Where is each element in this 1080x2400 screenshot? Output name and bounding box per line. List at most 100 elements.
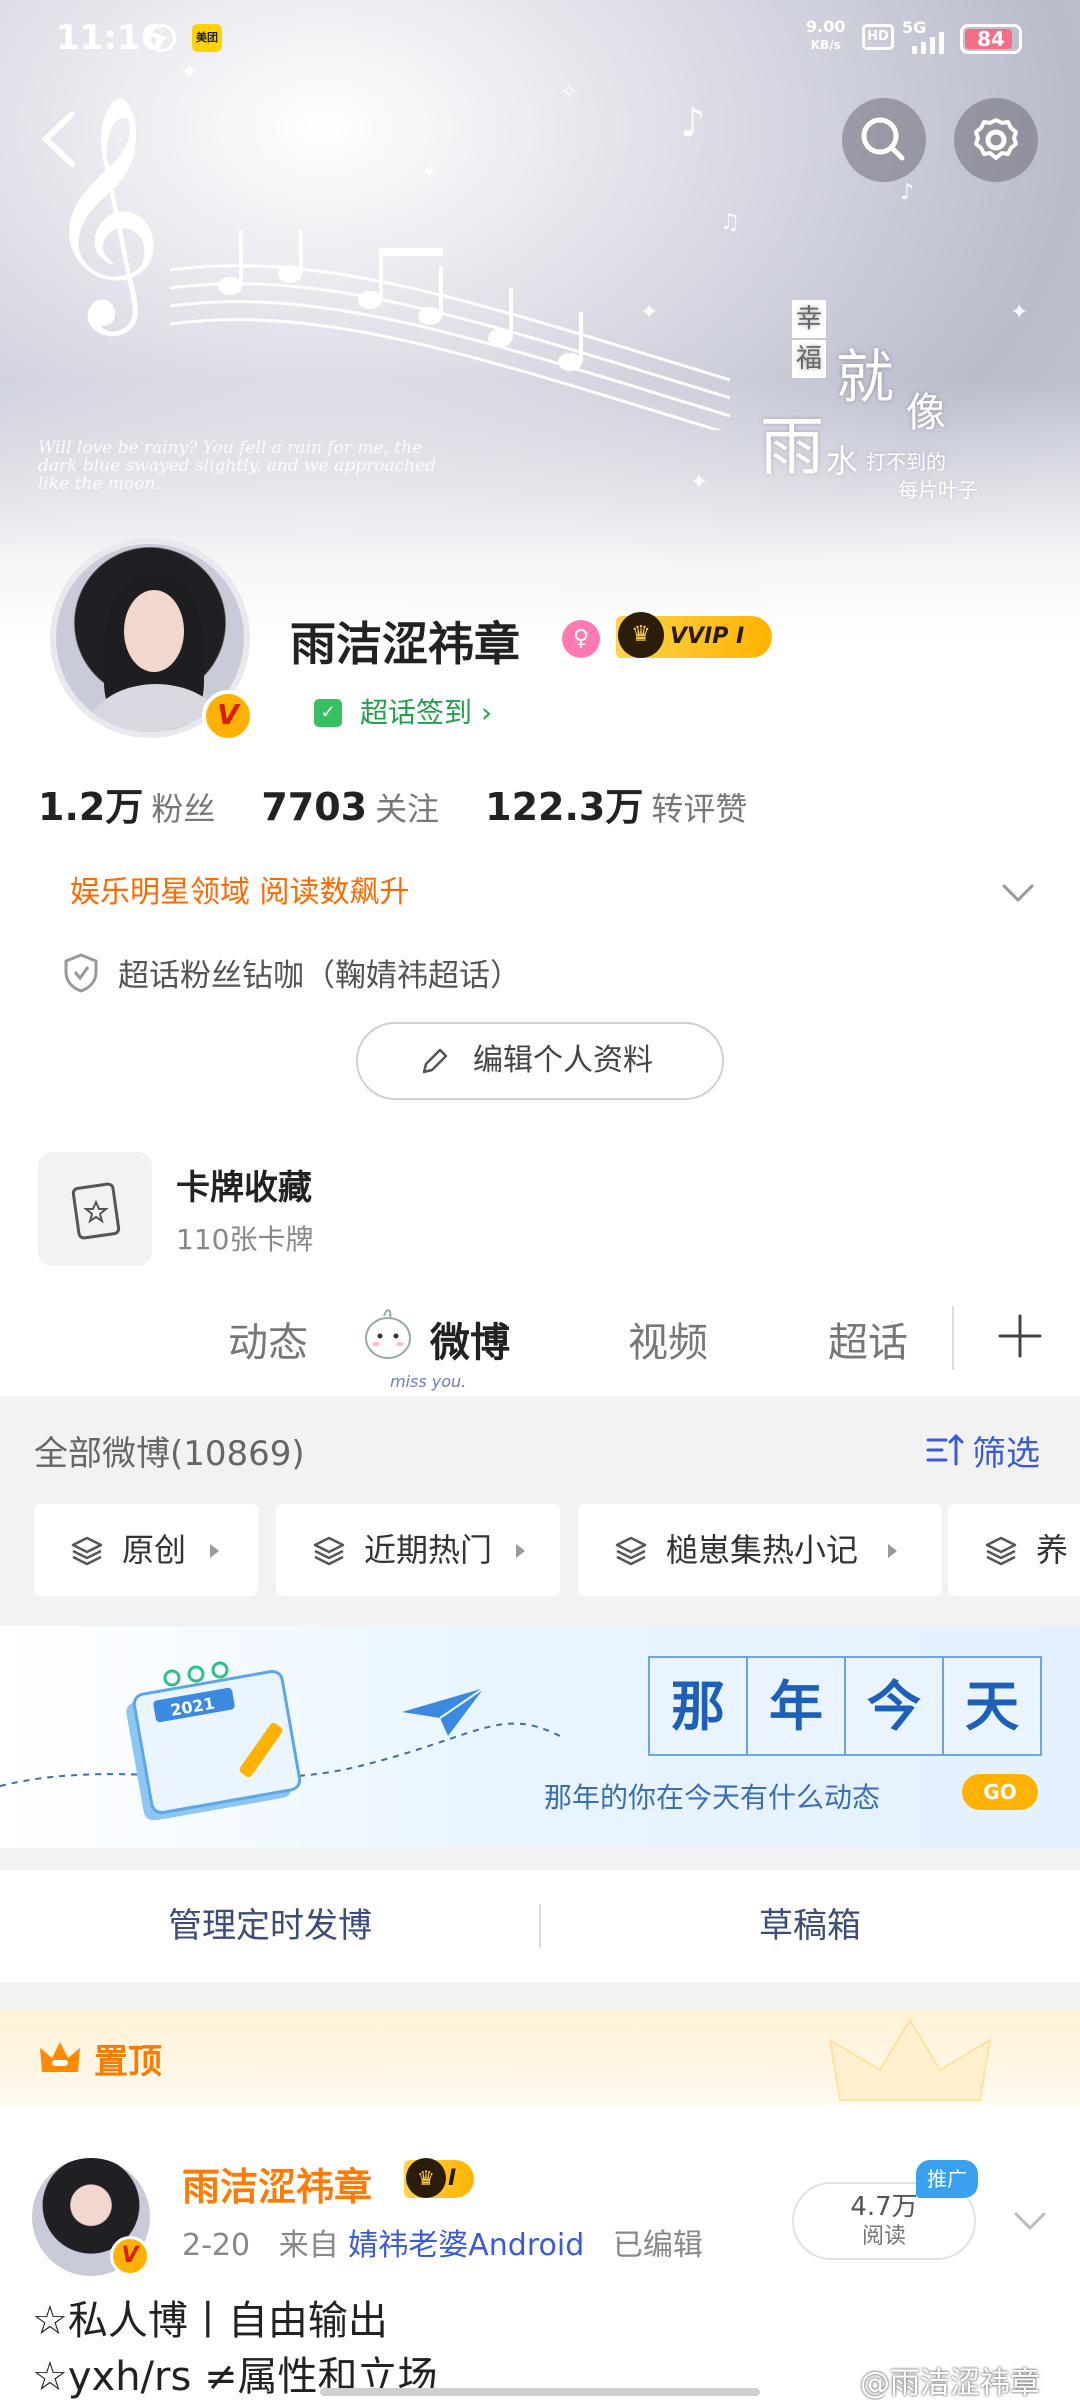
caret-right-icon [516,1544,525,1558]
chevron-down-icon[interactable] [1010,2204,1050,2238]
battery-level: 84 [977,27,1005,51]
profile-stats: 1.2万 粉丝 7703 关注 122.3万 转评赞 [38,776,793,831]
crown-watermark-icon [828,2018,992,2101]
go-button[interactable]: GO [962,1774,1038,1810]
tab-super-topic[interactable]: 超话 [828,1310,908,1368]
domain-tag[interactable]: 娱乐明星领域 阅读数飙升 [40,864,440,922]
battery-indicator: 84 [960,24,1022,54]
layers-icon [985,1536,1017,1566]
edit-profile-button[interactable]: 编辑个人资料 [356,1022,724,1100]
caret-right-icon [210,1544,219,1558]
banner-english-poem: Will love be rainy? You fell a rain for … [38,438,436,494]
post-author-name[interactable]: 雨洁涩祎章 [182,2156,372,2211]
settings-button[interactable] [954,98,1038,182]
card-collection-count: 110张卡牌 [176,1223,314,1256]
on-this-day-banner[interactable]: 2021 那 年 今 天 那年的你在今天有什么动态 GO [0,1626,1080,1848]
banner-char-yu: 雨 [760,411,824,485]
net-speed: 9.00 KB/s [806,18,845,54]
chip-more[interactable]: 养 [948,1504,1080,1596]
title-char: 年 [746,1656,846,1756]
banner-char-xing: 幸 [792,300,827,338]
card-collection-icon[interactable] [38,1152,152,1266]
stat-followers[interactable]: 1.2万 粉丝 [38,776,215,831]
layers-icon [313,1536,345,1566]
pinned-header [0,2010,1080,2106]
checkin-calendar-icon: ✓ [314,699,342,727]
sparkle-icon: ✦ [1010,300,1029,325]
sparkle-icon: ♪ [900,180,915,205]
tab-video[interactable]: 视频 [628,1310,708,1368]
search-button[interactable] [842,98,926,182]
vip-badge[interactable]: ♛ VVIP Ⅰ [616,612,773,658]
post-date: 2-20 [182,2228,251,2263]
vip-label: VVIP Ⅰ [670,624,745,649]
checkin-label: 超话签到 › [360,696,493,729]
tab-dynamics[interactable]: 动态 [228,1310,308,1368]
search-icon [861,117,905,161]
banner-char-shui: 水 [826,442,859,480]
edit-profile-label: 编辑个人资料 [473,1043,653,1078]
post-text-line: ☆私人博丨自由输出 [32,2298,388,2344]
net-speed-unit: KB/s [810,38,841,52]
banner-text-2: 打不到的 [866,450,946,474]
home-indicator[interactable] [320,2388,760,2396]
crown-icon: ♛ [406,2158,446,2198]
chip-original[interactable]: 原创 [34,1504,258,1596]
profile-page: 𝄞 Will love be rainy? You fell a rain fo… [0,0,1080,2400]
caret-right-icon [888,1544,897,1558]
vip-level-badge[interactable]: ♛ Ⅰ [404,2158,475,2198]
tab-weibo[interactable]: 微博 [430,1310,510,1368]
manage-row: 管理定时发博 草稿箱 [0,1870,1080,1982]
post-from: 来自 [278,2228,339,2263]
layers-icon [71,1536,103,1566]
scheduled-posts-button[interactable]: 管理定时发博 [0,1870,540,1982]
sparkle-icon: ✧ [560,80,579,105]
pencil-icon [422,1048,448,1074]
stat-following[interactable]: 7703 关注 [261,784,439,830]
hd-icon: HD [862,24,894,50]
stat-interactions[interactable]: 122.3万 转评赞 [485,776,747,831]
play-icon: ▶ [148,24,176,52]
banner-char-xiang: 像 [906,390,946,436]
filter-button[interactable]: 筛选 [972,1426,1040,1475]
mascot-caption: miss you. [390,1372,467,1391]
chevron-down-icon[interactable] [996,872,1040,912]
status-bar: 11:16 ▶ 美团 9.00 KB/s HD 5G 84 [0,0,1080,80]
banner-text-3: 每片叶子 [898,478,978,502]
female-icon: ♀ [562,620,600,658]
title-char: 那 [648,1656,748,1756]
pinned-post[interactable]: 置顶 V 雨洁涩祎章 ♛ Ⅰ 2-20 来自 婧祎老婆Android 已编辑 4… [0,2010,1080,2400]
profile-avatar[interactable]: V [40,528,260,748]
all-weibo-count[interactable]: 全部微博(10869) [34,1426,305,1475]
post-source[interactable]: 婧祎老婆Android [348,2228,584,2263]
crown-icon: ♛ [618,612,664,658]
calendar-icon: 2021 [126,1661,302,1820]
paper-plane-icon [402,1687,485,1736]
banner-char-jiu: 就 [836,343,895,411]
promote-badge[interactable]: 推广 [916,2160,978,2198]
chip-collection[interactable]: 槌崽集热小记 [578,1504,942,1596]
super-topic-checkin-button[interactable]: ✓ 超话签到 › [290,686,519,740]
mascot-icon [365,1309,411,1359]
music-note-icon: ♪ [680,100,706,146]
drafts-button[interactable]: 草稿箱 [540,1870,1080,1982]
profile-tabs: 动态 微博 miss you. 视频 超话 [0,1286,1080,1396]
verified-badge-icon: V [202,690,254,742]
on-this-day-subtitle: 那年的你在今天有什么动态 [544,1781,881,1814]
pinned-label: 置顶 [94,2042,162,2082]
sparkle-icon: ✦ [690,470,709,495]
filter-sort-icon[interactable] [924,1430,968,1470]
fan-title[interactable]: 超话粉丝钻咖（鞠婧祎超话） [118,950,521,995]
card-collection-title[interactable]: 卡牌收藏 [176,1160,312,1209]
sparkle-icon: ✦ [420,160,439,185]
chip-recent-hot[interactable]: 近期热门 [276,1504,560,1596]
plus-icon[interactable] [990,1306,1050,1366]
post-edited: 已编辑 [612,2228,703,2263]
gear-icon [974,118,1018,160]
profile-name: 雨洁涩祎章 [290,617,520,671]
reads-label: 阅读 [861,2224,906,2249]
music-note-icon: ♫ [720,210,740,235]
back-arrow-icon[interactable] [32,104,92,174]
weibo-watermark: @雨洁涩祎章 [860,2366,1040,2400]
signal-icon [912,32,944,54]
